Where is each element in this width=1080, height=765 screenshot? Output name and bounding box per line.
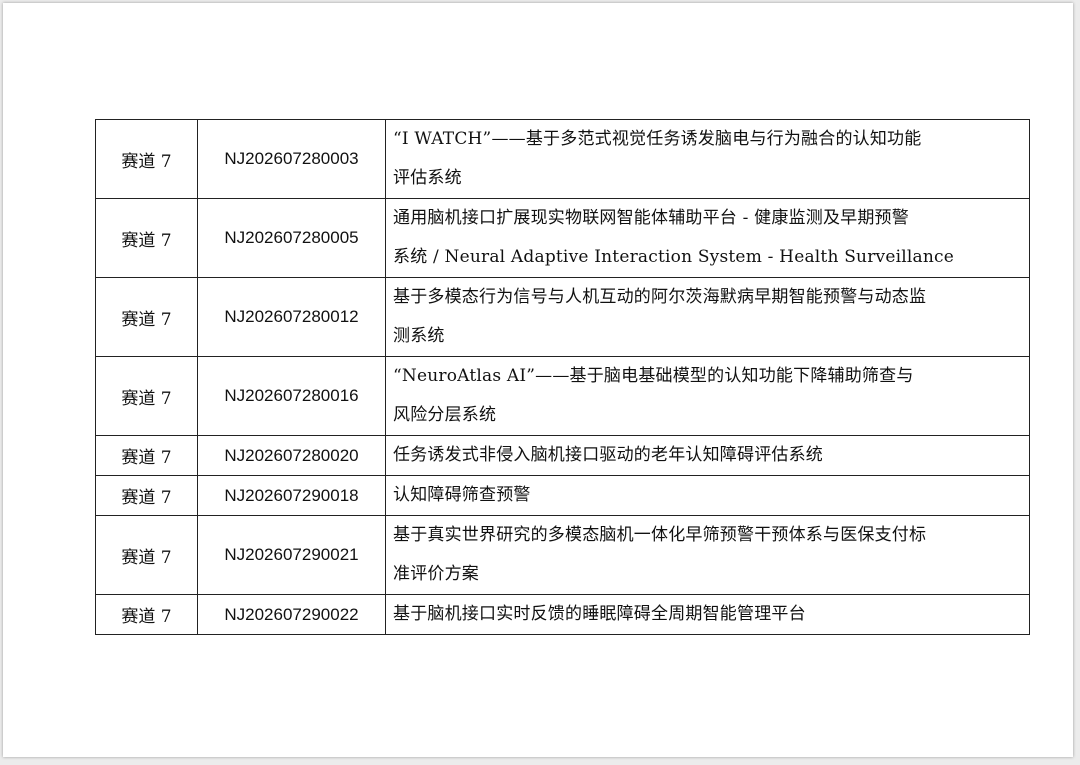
title-line: 通用脑机接口扩展现实物联网智能体辅助平台 - 健康监测及早期预警 bbox=[393, 208, 909, 228]
project-title-cell: 通用脑机接口扩展现实物联网智能体辅助平台 - 健康监测及早期预警 系统 / Ne… bbox=[385, 198, 1030, 278]
title-line: 风险分层系统 bbox=[393, 405, 497, 425]
title-line: 基于真实世界研究的多模态脑机一体化早筛预警干预体系与医保支付标 bbox=[393, 525, 927, 545]
title-line: 任务诱发式非侵入脑机接口驱动的老年认知障碍评估系统 bbox=[393, 445, 823, 465]
track-cell: 赛道 7 bbox=[95, 356, 198, 436]
track-cell: 赛道 7 bbox=[95, 435, 198, 476]
track-cell: 赛道 7 bbox=[95, 594, 198, 635]
project-code-cell: NJ202607290021 bbox=[197, 515, 386, 595]
table-row: 赛道 7 NJ202607280003 “I WATCH”——基于多范式视觉任务… bbox=[95, 119, 1030, 199]
project-code-cell: NJ202607280012 bbox=[197, 277, 386, 357]
title-line: 基于脑机接口实时反馈的睡眠障碍全周期智能管理平台 bbox=[393, 604, 806, 624]
table-row: 赛道 7 NJ202607280012 基于多模态行为信号与人机互动的阿尔茨海默… bbox=[95, 277, 1030, 357]
project-title-cell: 认知障碍筛查预警 bbox=[385, 475, 1030, 516]
project-table: 赛道 7 NJ202607280003 “I WATCH”——基于多范式视觉任务… bbox=[95, 119, 1030, 635]
title-line: 测系统 bbox=[393, 326, 445, 346]
table-row: 赛道 7 NJ202607280020 任务诱发式非侵入脑机接口驱动的老年认知障… bbox=[95, 435, 1030, 476]
project-title-cell: 任务诱发式非侵入脑机接口驱动的老年认知障碍评估系统 bbox=[385, 435, 1030, 476]
project-title-cell: 基于脑机接口实时反馈的睡眠障碍全周期智能管理平台 bbox=[385, 594, 1030, 635]
project-title-cell: “I WATCH”——基于多范式视觉任务诱发脑电与行为融合的认知功能 评估系统 bbox=[385, 119, 1030, 199]
title-line: “I WATCH”——基于多范式视觉任务诱发脑电与行为融合的认知功能 bbox=[393, 129, 922, 149]
title-line: 系统 / Neural Adaptive Interaction System … bbox=[393, 247, 954, 267]
title-line: 基于多模态行为信号与人机互动的阿尔茨海默病早期智能预警与动态监 bbox=[393, 287, 927, 307]
project-title-cell: 基于多模态行为信号与人机互动的阿尔茨海默病早期智能预警与动态监 测系统 bbox=[385, 277, 1030, 357]
project-code-cell: NJ202607280003 bbox=[197, 119, 386, 199]
track-cell: 赛道 7 bbox=[95, 119, 198, 199]
table-row: 赛道 7 NJ202607290018 认知障碍筛查预警 bbox=[95, 475, 1030, 516]
track-cell: 赛道 7 bbox=[95, 198, 198, 278]
title-line: 认知障碍筛查预警 bbox=[393, 485, 531, 505]
title-line: 评估系统 bbox=[393, 168, 462, 188]
project-code-cell: NJ202607280005 bbox=[197, 198, 386, 278]
project-title-cell: 基于真实世界研究的多模态脑机一体化早筛预警干预体系与医保支付标 准评价方案 bbox=[385, 515, 1030, 595]
table-row: 赛道 7 NJ202607280005 通用脑机接口扩展现实物联网智能体辅助平台… bbox=[95, 198, 1030, 278]
track-cell: 赛道 7 bbox=[95, 475, 198, 516]
track-cell: 赛道 7 bbox=[95, 515, 198, 595]
table-row: 赛道 7 NJ202607290022 基于脑机接口实时反馈的睡眠障碍全周期智能… bbox=[95, 594, 1030, 635]
project-code-cell: NJ202607290018 bbox=[197, 475, 386, 516]
table-row: 赛道 7 NJ202607290021 基于真实世界研究的多模态脑机一体化早筛预… bbox=[95, 515, 1030, 595]
track-cell: 赛道 7 bbox=[95, 277, 198, 357]
document-page: 赛道 7 NJ202607280003 “I WATCH”——基于多范式视觉任务… bbox=[3, 3, 1073, 757]
title-line: 准评价方案 bbox=[393, 564, 479, 584]
project-title-cell: “NeuroAtlas AI”——基于脑电基础模型的认知功能下降辅助筛查与 风险… bbox=[385, 356, 1030, 436]
title-line: “NeuroAtlas AI”——基于脑电基础模型的认知功能下降辅助筛查与 bbox=[393, 366, 914, 386]
project-code-cell: NJ202607280020 bbox=[197, 435, 386, 476]
project-code-cell: NJ202607290022 bbox=[197, 594, 386, 635]
table-row: 赛道 7 NJ202607280016 “NeuroAtlas AI”——基于脑… bbox=[95, 356, 1030, 436]
project-code-cell: NJ202607280016 bbox=[197, 356, 386, 436]
